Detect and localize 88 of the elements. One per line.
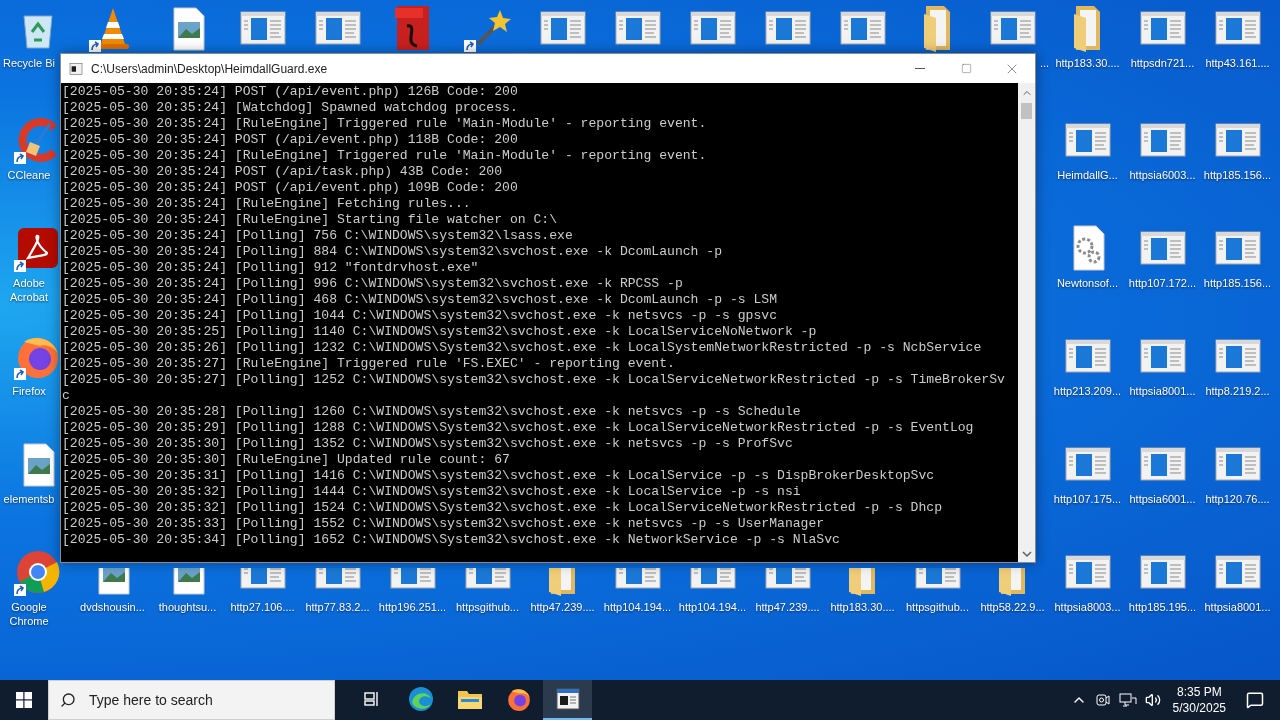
console-line: [2025-05-30 20:35:30] [Polling] 1352 C:\WINDOWS\system32\svchost.exe -k netsvcs -p -s ProfSvc xyxy=(62,436,794,452)
console-window-icon xyxy=(69,62,83,75)
taskbar-app-button[interactable] xyxy=(543,680,592,720)
clock-date: 5/30/2025 xyxy=(1172,700,1226,716)
icon-label: http104.194... xyxy=(602,600,673,614)
console-line: [2025-05-30 20:35:29] [Polling] 1288 C:\WINDOWS\System32\svchost.exe -k LocalServiceNetworkRestricted -p -s EventLog xyxy=(62,420,975,436)
console-line: [2025-05-30 20:35:26] [Polling] 1232 C:\WINDOWS\System32\svchost.exe -k LocalSystemNetworkRestricted -p -s NcbService xyxy=(62,340,983,356)
icon-label: http213.209... xyxy=(1052,384,1123,398)
icon-label: thoughtsu... xyxy=(157,600,218,614)
console-line: [2025-05-30 20:35:24] POST (/api/event.php) 109B Code: 200 xyxy=(62,180,519,196)
icon-label: http120.76.... xyxy=(1204,492,1271,506)
icon-label: http8.219.2... xyxy=(1204,384,1271,398)
console-line: [2025-05-30 20:35:24] [Polling] 1044 C:\WINDOWS\system32\svchost.exe -k netsvcs -p -s gpsvc xyxy=(62,308,779,324)
console-line: [2025-05-30 20:35:24] [RuleEngine] Triggered rule 'Main-Module' - reporting event. xyxy=(62,116,708,132)
firefox-icon xyxy=(505,686,532,712)
icon-label: http104.194... xyxy=(677,600,748,614)
icon-label: Firefox xyxy=(11,384,47,398)
icon-label: dvdshousin... xyxy=(79,600,146,614)
windows-logo-icon xyxy=(16,692,32,708)
icon-label: Recycle Bi xyxy=(2,56,56,70)
icon-label: http107.172... xyxy=(1127,276,1198,290)
icon-label: http47.239.... xyxy=(754,600,821,614)
icon-label: Google Chrome xyxy=(8,600,50,628)
icon-label: elementsb xyxy=(2,492,56,506)
maximize-icon xyxy=(960,63,972,74)
icon-label: http27.106.... xyxy=(229,600,296,614)
icon-label: http107.175... xyxy=(1052,492,1123,506)
icon-label: httpsgithub... xyxy=(905,600,970,614)
console-line: [2025-05-30 20:35:27] [Polling] 1252 C:\WINDOWS\system32\svchost.exe -k LocalServiceNetworkRestricted -p -s TimeBrokerSv xyxy=(62,372,1006,388)
console-line: c xyxy=(62,388,71,404)
icon-label: http43.161.... xyxy=(1204,56,1271,70)
volume-icon[interactable] xyxy=(1144,692,1161,708)
console-line: [2025-05-30 20:35:24] [Polling] 996 C:\WINDOWS\system32\svchost.exe -k RPCSS -p xyxy=(62,276,684,292)
chrome-icon[interactable] xyxy=(13,548,62,596)
icon-label: Adobe Acrobat xyxy=(9,276,49,304)
icon-label: http47.239.... xyxy=(529,600,596,614)
console-line: [2025-05-30 20:35:28] [Polling] 1260 C:\WINDOWS\system32\svchost.exe -k netsvcs -p -s Schedule xyxy=(62,404,802,420)
notifications-icon[interactable] xyxy=(1246,691,1264,709)
icon-label: httpsia8001... xyxy=(1203,600,1272,614)
network-icon[interactable] xyxy=(1118,692,1137,708)
console-line: [2025-05-30 20:35:33] [Polling] 1552 C:\WINDOWS\system32\svchost.exe -k netsvcs -p -s UserManager xyxy=(62,516,826,532)
search-icon xyxy=(60,692,76,708)
console-line: [2025-05-30 20:35:24] POST (/api/event.php) 118B Code: 200 xyxy=(62,132,519,148)
scroll-down-icon[interactable] xyxy=(1021,550,1032,558)
clock-time: 8:35 PM xyxy=(1176,684,1222,700)
minimize-icon xyxy=(915,68,925,69)
icon-label: httpsdn721... xyxy=(1129,56,1196,70)
icon-label: CCleane xyxy=(6,168,52,182)
console-line: [2025-05-30 20:35:34] [Polling] 1652 C:\WINDOWS\System32\svchost.exe -k NetworkService -p -s NlaSvc xyxy=(62,532,841,548)
console-line: [2025-05-30 20:35:30] [RuleEngine] Updated rule count: 67 xyxy=(62,452,511,468)
console-line: [2025-05-30 20:35:24] [RuleEngine] Triggered rule 'Main-Module' - reporting event. xyxy=(62,148,708,164)
icon-label: http185.195... xyxy=(1127,600,1198,614)
search-field[interactable]: Type here to search xyxy=(48,680,335,720)
console-line: [2025-05-30 20:35:24] POST (/api/event.php) 126B Code: 200 xyxy=(62,84,519,100)
icon-label: Newtonsof... xyxy=(1055,276,1120,290)
scrollbar-thumb[interactable] xyxy=(1021,103,1032,119)
console-line: [2025-05-30 20:35:24] [Polling] 468 C:\WINDOWS\system32\svchost.exe -k DcomLaunch -p -s LSM xyxy=(62,292,779,308)
icon-label: http58.22.9... xyxy=(979,600,1046,614)
icon-label: HeimdallG... xyxy=(1056,168,1119,182)
icon-label: http77.83.2... xyxy=(304,600,371,614)
icon-label: httpsgithub... xyxy=(455,600,520,614)
console-line: [2025-05-30 20:35:24] [Polling] 756 C:\WINDOWS\system32\lsass.exe xyxy=(62,228,574,244)
icon-label: httpsia8001... xyxy=(1128,384,1197,398)
console-line: [2025-05-30 20:35:24] [Polling] 884 C:\WINDOWS\system32\svchost.exe -k DcomLaunch -p xyxy=(62,244,724,260)
icon-label: httpsia6003... xyxy=(1128,168,1197,182)
console-line: [2025-05-30 20:35:24] POST (/api/task.php) 43B Code: 200 xyxy=(62,164,504,180)
icon-label: http185.156... xyxy=(1202,276,1273,290)
console-line: [2025-05-30 20:35:24] [RuleEngine] Fetching rules... xyxy=(62,196,472,212)
console-line: [2025-05-30 20:35:32] [Polling] 1524 C:\WINDOWS\System32\svchost.exe -k LocalServiceNetworkRestricted -p -s Dhcp xyxy=(62,500,944,516)
console-line: [2025-05-30 20:35:24] [Polling] 912 "fontdrvhost.exe" xyxy=(62,260,480,276)
console-line: [2025-05-30 20:35:32] [Polling] 1444 C:\WINDOWS\system32\svchost.exe -k LocalService -p -s nsi xyxy=(62,484,802,500)
icon-label: httpsia6001... xyxy=(1128,492,1197,506)
console-line: [2025-05-30 20:35:27] [RuleEngine] Triggered rule 'FS.EXEC' - reporting event. xyxy=(62,356,676,372)
console-line: [2025-05-30 20:35:24] [Watchdog] Spawned watchdog process. xyxy=(62,100,519,116)
console-line: [2025-05-30 20:35:31] [Polling] 1416 C:\WINDOWS\system32\svchost.exe -k LocalService -p -s DispBrokerDesktopSvc xyxy=(62,468,936,484)
folder-icon xyxy=(456,688,483,710)
console-line: [2025-05-30 20:35:25] [Polling] 1140 C:\WINDOWS\system32\svchost.exe -k LocalServiceNoNetwork -p xyxy=(62,324,818,340)
icon-label: http183.30.... xyxy=(1054,56,1121,70)
scrollbar[interactable] xyxy=(1018,83,1035,562)
icon-label: http183.30.... xyxy=(829,600,896,614)
camera-icon[interactable] xyxy=(1094,692,1111,708)
icon-label: httpsia8003... xyxy=(1053,600,1122,614)
console-window-icon xyxy=(555,688,580,710)
edge-icon xyxy=(407,686,434,712)
console-line: [2025-05-30 20:35:24] [RuleEngine] Starting file watcher on C:\ xyxy=(62,212,559,228)
icon-label: http196.251... xyxy=(377,600,448,614)
window-title: C:\Users\admin\Desktop\HeimdallGuard.exe xyxy=(91,60,328,78)
icon-label: http185.156... xyxy=(1202,168,1273,182)
